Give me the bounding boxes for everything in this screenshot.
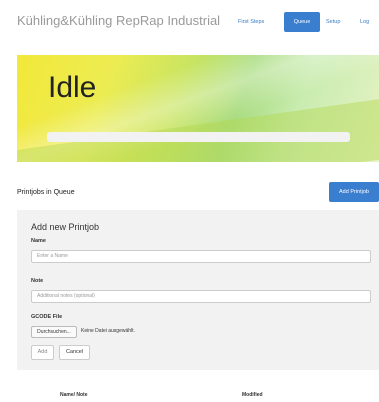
note-label: Note <box>31 278 44 284</box>
navbar: Kühling&Kühling RepRap Industrial First … <box>0 0 379 40</box>
cancel-button[interactable]: Cancel <box>59 345 90 360</box>
status-banner: Idle <box>17 55 379 162</box>
add-printjob-form: Add new Printjob Name Enter a Name Note … <box>17 210 379 370</box>
file-status-text: Keine Datei ausgewählt. <box>81 328 135 334</box>
nav-log[interactable]: Log <box>360 12 378 32</box>
nav-queue[interactable]: Queue <box>284 12 320 32</box>
name-label: Name <box>31 238 46 244</box>
add-printjob-button[interactable]: Add Printjob <box>329 182 379 202</box>
brand-title[interactable]: Kühling&Kühling RepRap Industrial <box>17 13 220 28</box>
nav-first-steps[interactable]: First Steps <box>238 12 280 32</box>
add-button[interactable]: Add <box>31 345 54 360</box>
progress-bar <box>47 132 350 142</box>
name-input[interactable]: Enter a Name <box>31 250 371 263</box>
queue-heading: Printjobs in Queue <box>17 189 75 196</box>
note-input[interactable]: Additional notes (optional) <box>31 290 371 303</box>
browse-file-button[interactable]: Durchsuchen... <box>31 326 77 338</box>
column-header-modified[interactable]: Modified <box>242 392 263 398</box>
nav-setup[interactable]: Setup <box>326 12 352 32</box>
column-header-name-note[interactable]: Name/ Note <box>60 392 88 398</box>
printer-state: Idle <box>48 71 97 104</box>
form-title: Add new Printjob <box>31 222 100 232</box>
gcode-file-label: GCODE File <box>31 314 63 320</box>
